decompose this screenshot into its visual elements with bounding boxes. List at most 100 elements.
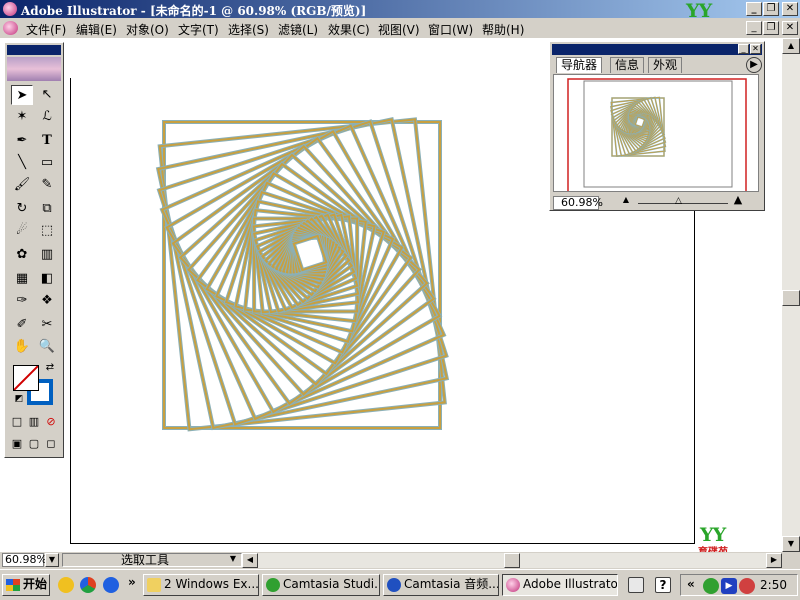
quicklaunch-media-icon[interactable]: [80, 577, 96, 593]
doc-close-button[interactable]: ✕: [782, 21, 798, 35]
task-windows-explorer[interactable]: 2 Windows Ex...: [143, 574, 259, 596]
restore-button[interactable]: ❐: [763, 2, 779, 16]
paintbrush-icon[interactable]: 🖌: [11, 175, 33, 195]
tray-green-icon[interactable]: [703, 578, 719, 594]
lasso-icon[interactable]: ℒ: [36, 107, 58, 127]
full-screen-menu-mode-icon[interactable]: ▢: [27, 437, 41, 451]
navigator-close-button[interactable]: ✕: [750, 44, 761, 54]
status-text[interactable]: 选取工具: [62, 553, 242, 567]
zoom-out-mountain-icon[interactable]: ▲: [620, 195, 632, 205]
task-camtasia-audio[interactable]: Camtasia 音频...: [383, 574, 499, 596]
graph-tool-icon[interactable]: ▥: [36, 245, 58, 265]
scissors-icon[interactable]: ✂: [36, 315, 58, 335]
scroll-up-button[interactable]: ▲: [782, 38, 800, 54]
menu-edit[interactable]: 编辑(E): [76, 21, 117, 38]
illustrator-app-icon[interactable]: [3, 2, 17, 16]
zoom-slider-thumb[interactable]: △: [674, 196, 684, 206]
scroll-right-button[interactable]: ▶: [766, 553, 782, 568]
menu-filter[interactable]: 滤镜(L): [278, 21, 318, 38]
vertical-scrollbar[interactable]: ▲ ▼: [782, 38, 800, 552]
menu-view[interactable]: 视图(V): [378, 21, 420, 38]
tab-appearance[interactable]: 外观: [648, 57, 683, 73]
blend-tool-icon[interactable]: ❖: [36, 291, 58, 311]
menu-type[interactable]: 文字(T): [178, 21, 219, 38]
none-mode-icon[interactable]: ⊘: [44, 415, 58, 429]
slice-tool-icon[interactable]: ✐: [11, 315, 33, 335]
symbol-sprayer-icon[interactable]: ✿: [11, 245, 33, 265]
navigator-zoom-slider[interactable]: ▲ △ ▲: [610, 194, 750, 209]
navigator-preview[interactable]: [553, 74, 759, 192]
line-tool-icon[interactable]: ╲: [11, 153, 33, 173]
zoom-in-mountain-icon[interactable]: ▲: [730, 194, 746, 206]
warp-tool-icon[interactable]: ☄: [11, 221, 33, 241]
menu-help[interactable]: 帮助(H): [482, 21, 524, 38]
horizontal-scroll-thumb[interactable]: [504, 553, 520, 568]
pen-tool-icon[interactable]: ✒: [11, 131, 33, 151]
direct-selection-tool-icon[interactable]: ↖: [36, 85, 58, 105]
help-icon[interactable]: ?: [655, 577, 671, 593]
document-icon[interactable]: [3, 21, 18, 35]
status-dropdown-button[interactable]: ▼: [226, 553, 240, 567]
tray-play-icon[interactable]: ▶: [721, 578, 737, 594]
start-label: 开始: [23, 577, 48, 591]
swap-colors-icon[interactable]: ⇄: [43, 361, 57, 375]
tab-navigator[interactable]: 导航器: [556, 57, 603, 73]
pencil-icon[interactable]: ✎: [36, 175, 58, 195]
task-camtasia-studio[interactable]: Camtasia Studi...: [262, 574, 380, 596]
menu-bar: 文件(F) 编辑(E) 对象(O) 文字(T) 选择(S) 滤镜(L) 效果(C…: [0, 18, 800, 38]
window-title: Adobe Illustrator - [未命名的-1 @ 60.98% (RG…: [21, 4, 367, 18]
taskbar-clock[interactable]: 2:50: [760, 578, 787, 592]
quicklaunch-more-chevron-icon[interactable]: »: [128, 575, 136, 589]
rectangle-tool-icon[interactable]: ▭: [36, 153, 58, 173]
vertical-scroll-thumb[interactable]: [782, 290, 800, 306]
zoom-tool-icon[interactable]: 🔍: [36, 337, 58, 357]
toolbox-flower-banner[interactable]: [7, 57, 61, 81]
tray-network-icon[interactable]: [739, 578, 755, 594]
menu-select[interactable]: 选择(S): [228, 21, 269, 38]
close-button[interactable]: ✕: [782, 2, 798, 16]
default-colors-icon[interactable]: ◩: [13, 393, 25, 405]
mesh-tool-icon[interactable]: ▦: [11, 269, 33, 289]
type-tool-icon[interactable]: T: [36, 131, 58, 151]
standard-screen-mode-icon[interactable]: ▣: [10, 437, 24, 451]
navigator-panel: _ ✕ 导航器 信息 外观 ▶ 60.98% ▲ △ ▲: [549, 41, 765, 211]
no-fill-slash-icon: [13, 365, 39, 391]
zoom-level-field[interactable]: 60.98%: [2, 553, 47, 567]
navigator-minimize-button[interactable]: _: [738, 44, 749, 54]
navigator-zoom-field[interactable]: 60.98%: [553, 196, 603, 210]
navigator-title-bar[interactable]: _ ✕: [552, 44, 762, 55]
keyboard-icon[interactable]: [628, 577, 644, 593]
full-screen-mode-icon[interactable]: ◻: [44, 437, 58, 451]
tray-expand-chevron-icon[interactable]: «: [687, 577, 695, 591]
scale-tool-icon[interactable]: ⧉: [36, 199, 58, 219]
menu-effect[interactable]: 效果(C): [328, 21, 370, 38]
camtasia-studio-icon: [266, 578, 280, 592]
minimize-button[interactable]: _: [746, 2, 762, 16]
doc-restore-button[interactable]: ❐: [763, 21, 779, 35]
hand-tool-icon[interactable]: ✋: [11, 337, 33, 357]
selection-tool-icon[interactable]: ➤: [11, 85, 33, 105]
doc-minimize-button[interactable]: _: [746, 21, 762, 35]
task-adobe-illustrator[interactable]: Adobe Illustrato...: [502, 574, 618, 596]
panel-menu-arrow-icon[interactable]: ▶: [746, 57, 762, 73]
toolbox-title-bar[interactable]: [7, 45, 61, 55]
magic-wand-icon[interactable]: ✶: [11, 107, 33, 127]
quicklaunch-browser-icon[interactable]: [103, 577, 119, 593]
rotate-tool-icon[interactable]: ↻: [11, 199, 33, 219]
color-mode-icon[interactable]: □: [10, 415, 24, 429]
menu-object[interactable]: 对象(O): [126, 21, 169, 38]
start-button[interactable]: 开始: [2, 574, 50, 596]
zoom-dropdown-button[interactable]: ▼: [45, 553, 59, 567]
gradient-mode-icon[interactable]: ▥: [27, 415, 41, 429]
horizontal-scrollbar[interactable]: ◀ ▶: [242, 553, 782, 568]
eyedropper-icon[interactable]: ✑: [11, 291, 33, 311]
fill-color-swatch[interactable]: [13, 365, 39, 391]
menu-window[interactable]: 窗口(W): [428, 21, 473, 38]
menu-file[interactable]: 文件(F): [26, 21, 66, 38]
quicklaunch-qq-icon[interactable]: [58, 577, 74, 593]
free-transform-icon[interactable]: ⬚: [36, 221, 58, 241]
scroll-down-button[interactable]: ▼: [782, 536, 800, 552]
scroll-left-button[interactable]: ◀: [242, 553, 258, 568]
gradient-tool-icon[interactable]: ◧: [36, 269, 58, 289]
tab-info[interactable]: 信息: [610, 57, 645, 73]
